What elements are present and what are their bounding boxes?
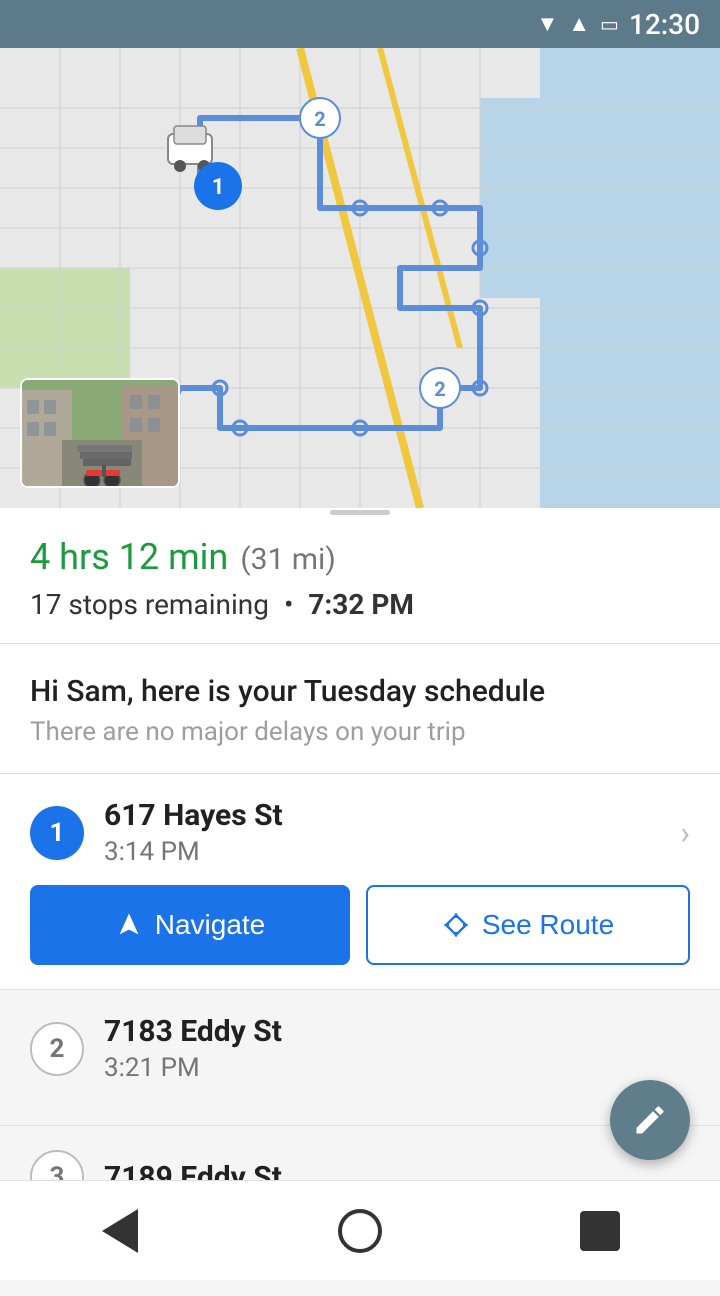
home-icon (338, 1209, 382, 1253)
see-route-button[interactable]: See Route (366, 885, 690, 965)
svg-text:2: 2 (434, 377, 445, 401)
svg-text:2: 2 (314, 107, 325, 131)
stop-2-badge: 2 (30, 1022, 84, 1076)
navigate-label: Navigate (155, 909, 266, 941)
time-distance-row: 4 hrs 12 min (31 mi) (30, 536, 690, 578)
signal-icon: ▲ (568, 11, 590, 37)
drag-handle-bar (330, 510, 390, 515)
see-route-icon (442, 911, 470, 939)
stop-item-1[interactable]: 1 617 Hayes St 3:14 PM › Navigate See Ro (0, 774, 720, 990)
duration-text: 4 hrs 12 min (30, 536, 228, 578)
stops-eta-row: 17 stops remaining • 7:32 PM (30, 588, 690, 621)
stop-1-time: 3:14 PM (104, 837, 660, 867)
edit-fab[interactable] (610, 1080, 690, 1160)
bullet-separator: • (284, 588, 293, 621)
back-icon (102, 1209, 138, 1253)
stop-2-header: 2 7183 Eddy St 3:21 PM (30, 1014, 690, 1083)
stop-icon (580, 1211, 620, 1251)
stop-2-info: 7183 Eddy St 3:21 PM (104, 1014, 690, 1083)
drag-handle[interactable] (0, 508, 720, 516)
navigate-icon (115, 911, 143, 939)
nav-back-button[interactable] (90, 1201, 150, 1261)
battery-icon: ▭ (600, 12, 619, 36)
eta-time: 7:32 PM (308, 588, 414, 621)
wifi-icon: ▼ (536, 11, 558, 37)
nav-home-button[interactable] (330, 1201, 390, 1261)
stop-1-chevron-icon[interactable]: › (680, 814, 690, 852)
status-icons: ▼ ▲ ▭ 12:30 (536, 8, 700, 41)
edit-icon (632, 1102, 668, 1138)
schedule-header: Hi Sam, here is your Tuesday schedule Th… (0, 644, 720, 774)
stop-1-badge: 1 (30, 806, 84, 860)
status-bar: ▼ ▲ ▭ 12:30 (0, 0, 720, 48)
map-area[interactable]: 2 2 1 (0, 48, 720, 508)
svg-text:1: 1 (212, 175, 225, 200)
status-time: 12:30 (629, 8, 700, 41)
schedule-subtitle: There are no major delays on your trip (30, 717, 690, 747)
navigate-button[interactable]: Navigate (30, 885, 350, 965)
stops-remaining: 17 stops remaining (30, 588, 269, 621)
stop-2-address: 7183 Eddy St (104, 1014, 690, 1049)
stop-1-actions: Navigate See Route (30, 885, 690, 965)
see-route-label: See Route (482, 909, 614, 941)
street-preview[interactable] (20, 378, 180, 488)
nav-bar (0, 1180, 720, 1280)
stop-1-address: 617 Hayes St (104, 798, 660, 833)
stop-1-header: 1 617 Hayes St 3:14 PM › (30, 798, 690, 867)
distance-text: (31 mi) (240, 542, 335, 577)
nav-stop-button[interactable] (570, 1201, 630, 1261)
stop-1-info: 617 Hayes St 3:14 PM (104, 798, 660, 867)
stop-2-time: 3:21 PM (104, 1053, 690, 1083)
info-panel: 4 hrs 12 min (31 mi) 17 stops remaining … (0, 516, 720, 644)
schedule-greeting: Hi Sam, here is your Tuesday schedule (30, 674, 690, 709)
